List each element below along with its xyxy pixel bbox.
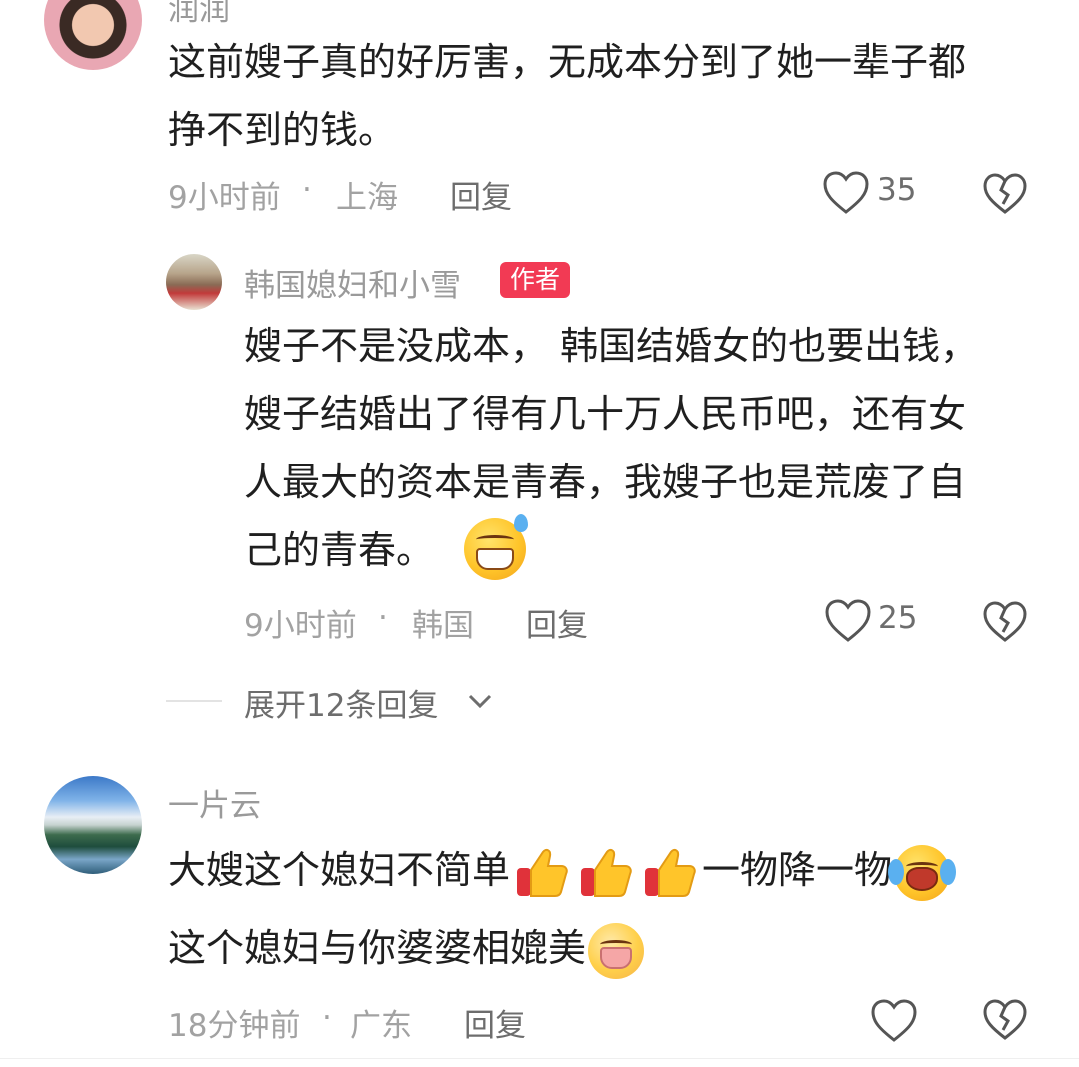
bottom-divider bbox=[0, 1058, 1079, 1059]
reply-button[interactable]: 回复 bbox=[450, 172, 512, 217]
comment-location: 上海 bbox=[336, 180, 398, 216]
thumbs-up-emoji bbox=[645, 848, 696, 897]
expand-replies-button[interactable]: 展开12条回复 bbox=[244, 680, 438, 725]
comment-text-line: 己的青春。 bbox=[244, 528, 435, 572]
comment-text-segment: 这个媳妇与你婆婆相媲美 bbox=[168, 926, 587, 970]
meta-separator: · bbox=[302, 172, 312, 208]
comment-location: 韩国 bbox=[412, 608, 474, 644]
commenter-name[interactable]: 润润 bbox=[168, 0, 230, 29]
comment-time: 9小时前 bbox=[244, 608, 357, 644]
heart-icon[interactable] bbox=[822, 170, 870, 216]
expand-divider bbox=[166, 700, 222, 702]
thumbs-up-emoji bbox=[581, 848, 632, 897]
comment-text-segment: 大嫂这个媳妇不简单 bbox=[168, 848, 511, 892]
thumbs-up-emoji bbox=[517, 848, 568, 897]
comment-time: 18分钟前 bbox=[168, 1008, 301, 1044]
like-count: 25 bbox=[878, 600, 918, 636]
commenter-name[interactable]: 韩国媳妇和小雪 bbox=[244, 260, 461, 305]
broken-heart-icon[interactable] bbox=[982, 600, 1028, 644]
heart-icon[interactable] bbox=[870, 998, 918, 1044]
broken-heart-icon[interactable] bbox=[982, 998, 1028, 1042]
avatar[interactable] bbox=[166, 254, 222, 310]
meta-separator: · bbox=[322, 1000, 332, 1036]
broken-heart-icon[interactable] bbox=[982, 172, 1028, 216]
comment-text-segment: 一物降一物 bbox=[702, 848, 893, 892]
chevron-down-icon[interactable] bbox=[466, 690, 494, 712]
comment-location: 广东 bbox=[350, 1008, 412, 1044]
comment-text-line: 大嫂这个媳妇不简单 一物降一物 bbox=[168, 836, 957, 904]
meta-separator: · bbox=[378, 600, 388, 636]
grinning-sweat-emoji bbox=[464, 514, 528, 580]
avatar[interactable] bbox=[44, 0, 142, 70]
reply-button[interactable]: 回复 bbox=[464, 1000, 526, 1045]
comment-text-line: 人最大的资本是青春，我嫂子也是荒废了自 bbox=[244, 460, 967, 504]
comment-text-line: 挣不到的钱。 bbox=[168, 108, 397, 152]
comment-time: 9小时前 bbox=[168, 180, 281, 216]
heart-icon[interactable] bbox=[824, 598, 872, 644]
comment-text-line: 这个媳妇与你婆婆相媲美 bbox=[168, 914, 646, 982]
avatar[interactable] bbox=[44, 776, 142, 874]
blushing-grin-emoji bbox=[588, 922, 645, 979]
like-count: 35 bbox=[877, 172, 917, 208]
author-badge: 作者 bbox=[500, 262, 571, 298]
crying-laughing-emoji bbox=[888, 844, 957, 901]
comment-text-line: 嫂子结婚出了得有几十万人民币吧，还有女 bbox=[244, 392, 967, 436]
commenter-name[interactable]: 一片云 bbox=[168, 780, 261, 825]
comment-text-line: 这前嫂子真的好厉害，无成本分到了她一辈子都 bbox=[168, 40, 967, 84]
comment-text-line: 嫂子不是没成本， 韩国结婚女的也要出钱， bbox=[244, 324, 979, 368]
reply-button[interactable]: 回复 bbox=[526, 600, 588, 645]
